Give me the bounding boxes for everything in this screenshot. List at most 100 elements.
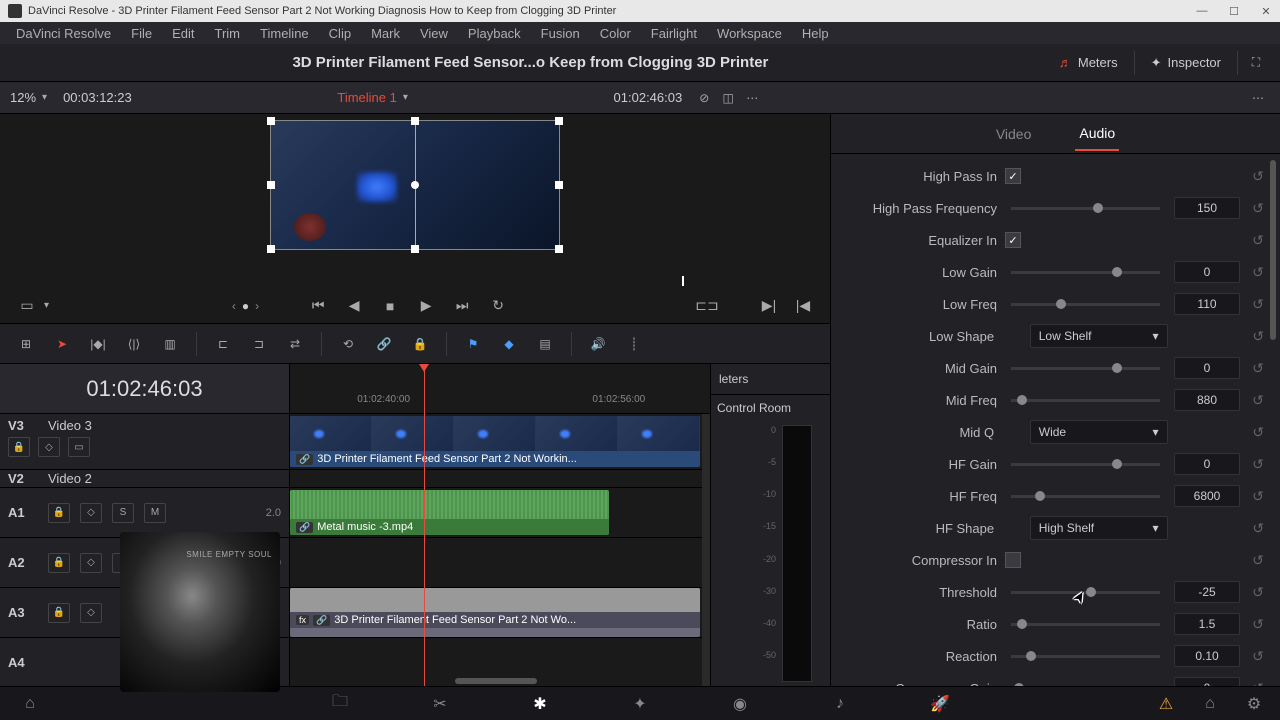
param-select[interactable]: Low Shelf▾	[1030, 324, 1168, 348]
zoom-dropdown-icon[interactable]: ▾	[42, 92, 47, 103]
transform-handle[interactable]	[267, 181, 275, 189]
last-frame-button[interactable]: ⏭	[449, 295, 475, 317]
param-slider[interactable]	[1011, 495, 1160, 498]
first-frame-button[interactable]: ⏮	[305, 295, 331, 317]
reset-icon[interactable]: ↺	[1248, 326, 1268, 346]
slider-knob[interactable]	[1017, 619, 1027, 629]
menu-davinci-resolve[interactable]: DaVinci Resolve	[6, 26, 121, 41]
param-slider[interactable]	[1011, 303, 1160, 306]
transform-handle[interactable]	[267, 117, 275, 125]
menu-workspace[interactable]: Workspace	[707, 26, 792, 41]
menu-color[interactable]: Color	[590, 26, 641, 41]
track-header-a1[interactable]: A1 🔒 ◇ S M 2.0	[0, 488, 289, 538]
insert-clip-icon[interactable]: ⊏	[207, 330, 239, 358]
track-a2[interactable]	[290, 538, 710, 588]
track-v3[interactable]: 🔗3D Printer Filament Feed Sensor Part 2 …	[290, 414, 710, 470]
marker-icon[interactable]: ◆	[493, 330, 525, 358]
next-edit-button[interactable]: ▶|	[756, 295, 782, 317]
reset-icon[interactable]: ↺	[1248, 294, 1268, 314]
track-v2[interactable]	[290, 470, 710, 488]
cut-page-icon[interactable]: ✂	[426, 692, 454, 716]
reset-icon[interactable]: ↺	[1248, 550, 1268, 570]
playhead[interactable]	[424, 364, 425, 686]
blade-tool-icon[interactable]: ▥	[154, 330, 186, 358]
reset-icon[interactable]: ↺	[1248, 678, 1268, 686]
transform-handle[interactable]	[411, 245, 419, 253]
reset-icon[interactable]: ↺	[1248, 454, 1268, 474]
param-slider[interactable]	[1011, 367, 1160, 370]
crop-tool-icon[interactable]: ▭	[14, 295, 40, 317]
audio-monitor-icon[interactable]: 🔊	[582, 330, 614, 358]
param-slider[interactable]	[1011, 463, 1160, 466]
transform-center[interactable]	[411, 181, 419, 189]
slider-knob[interactable]	[1112, 459, 1122, 469]
param-value[interactable]: 150	[1174, 197, 1240, 219]
transform-handle[interactable]	[555, 245, 563, 253]
param-slider[interactable]	[1011, 207, 1160, 210]
track-header-v2[interactable]: V2 Video 2	[0, 470, 289, 488]
slider-knob[interactable]	[1093, 203, 1103, 213]
param-select[interactable]: Wide▾	[1030, 420, 1168, 444]
param-value[interactable]: 1.5	[1174, 613, 1240, 635]
more-icon[interactable]: ⋯	[1246, 88, 1270, 108]
param-value[interactable]: 0	[1174, 261, 1240, 283]
color-page-icon[interactable]: ◉	[726, 692, 754, 716]
lock-track-icon[interactable]: 🔒	[48, 503, 70, 523]
param-value[interactable]: 110	[1174, 293, 1240, 315]
timeline-scrollbar-v[interactable]	[702, 414, 710, 686]
menu-view[interactable]: View	[410, 26, 458, 41]
selection-mode-icon[interactable]: ⊞	[10, 330, 42, 358]
arrow-tool[interactable]: ➤	[46, 330, 78, 358]
zoom-percent[interactable]: 12%	[10, 90, 36, 105]
slider-knob[interactable]	[1086, 587, 1096, 597]
slider-knob[interactable]	[1026, 651, 1036, 661]
reset-icon[interactable]: ↺	[1248, 166, 1268, 186]
menu-fusion[interactable]: Fusion	[531, 26, 590, 41]
media-page-icon[interactable]: 🗀	[326, 692, 354, 716]
stop-button[interactable]: ■	[377, 295, 403, 317]
audio-clip[interactable]: fx🔗3D Printer Filament Feed Sensor Part …	[290, 588, 700, 637]
transform-handle[interactable]	[411, 117, 419, 125]
audio-clip[interactable]: 🔗Metal music -3.mp4	[290, 490, 609, 535]
options-icon[interactable]: ⋯	[740, 88, 764, 108]
match-frame-icon[interactable]: ⊏⊐	[694, 295, 720, 317]
reset-icon[interactable]: ↺	[1248, 262, 1268, 282]
menu-edit[interactable]: Edit	[162, 26, 204, 41]
retime-icon[interactable]: ⟲	[332, 330, 364, 358]
viewer[interactable]	[0, 114, 830, 274]
link-icon[interactable]: 🔗	[368, 330, 400, 358]
track-header-v3[interactable]: V3 Video 3 🔒 ◇ ▭	[0, 414, 289, 470]
dynamic-trim-icon[interactable]: ⟨|⟩	[118, 330, 150, 358]
slider-knob[interactable]	[1035, 491, 1045, 501]
menu-clip[interactable]: Clip	[319, 26, 361, 41]
transform-handle[interactable]	[555, 181, 563, 189]
menu-playback[interactable]: Playback	[458, 26, 531, 41]
param-value[interactable]: 6800	[1174, 485, 1240, 507]
param-value[interactable]: 0	[1174, 453, 1240, 475]
deliver-page-icon[interactable]: 🚀	[926, 692, 954, 716]
timeline-dropdown-icon[interactable]: ▾	[403, 92, 408, 103]
edit-page-icon[interactable]: ✱	[526, 692, 554, 716]
video-clip[interactable]: 🔗3D Printer Filament Feed Sensor Part 2 …	[290, 416, 700, 467]
solo-button[interactable]: S	[112, 503, 134, 523]
slider-knob[interactable]	[1017, 395, 1027, 405]
slider-knob[interactable]	[1112, 363, 1122, 373]
viewer-frame[interactable]	[270, 120, 560, 250]
param-value[interactable]: 0	[1174, 357, 1240, 379]
scrollbar-thumb[interactable]	[455, 678, 537, 684]
settings-icon[interactable]: ⚙	[1240, 692, 1268, 716]
reverse-button[interactable]: ◀	[341, 295, 367, 317]
minimize-button[interactable]: —	[1196, 5, 1208, 17]
menu-mark[interactable]: Mark	[361, 26, 410, 41]
play-button[interactable]: ▶	[413, 295, 439, 317]
tab-audio[interactable]: Audio	[1075, 117, 1119, 151]
trim-tool-icon[interactable]: |◆|	[82, 330, 114, 358]
close-button[interactable]: ✕	[1260, 5, 1272, 17]
nav-dots[interactable]: ‹●›	[232, 299, 259, 313]
param-slider[interactable]	[1011, 399, 1160, 402]
flag-icon[interactable]: ⚑	[457, 330, 489, 358]
param-checkbox[interactable]: ✓	[1005, 168, 1021, 184]
prev-edit-button[interactable]: |◀	[790, 295, 816, 317]
param-slider[interactable]	[1011, 591, 1160, 594]
fairlight-page-icon[interactable]: ♪	[826, 692, 854, 716]
